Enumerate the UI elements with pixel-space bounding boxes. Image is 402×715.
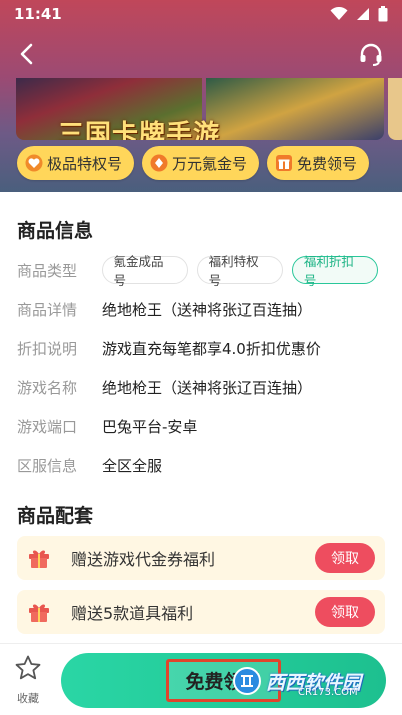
row-discount: 折扣说明 游戏直充每笔都享4.0折扣优惠价 — [17, 337, 387, 359]
row-server: 区服信息 全区全服 — [17, 454, 387, 476]
main-content: 商品信息 商品类型 氪金成品号 福利特权号 福利折扣号 商品详情 绝地枪王（送神… — [0, 192, 402, 644]
row-platform: 游戏端口 巴兔平台-安卓 — [17, 415, 387, 437]
favorite-button[interactable]: 收藏 — [12, 654, 44, 706]
type-chip-discount[interactable]: 福利折扣号 — [291, 254, 378, 288]
banner-game-title: 三国卡牌手游 — [58, 120, 221, 140]
gift-icon — [276, 155, 293, 171]
type-chip-privilege[interactable]: 福利特权号 — [196, 254, 283, 288]
diamond-coin-icon — [150, 154, 168, 172]
platform-value: 巴兔平台-安卓 — [102, 417, 198, 436]
gift-box-icon — [29, 550, 49, 568]
feature-tags: 极品特权号 万元氪金号 免费领号 — [17, 146, 370, 180]
banner-art-right — [206, 78, 384, 140]
product-info-title: 商品信息 — [17, 220, 94, 242]
wifi-icon — [330, 7, 348, 20]
heart-shield-icon — [25, 154, 43, 172]
type-label: 商品类型 — [17, 261, 78, 280]
back-arrow-icon[interactable] — [14, 40, 42, 68]
game-name-value: 绝地枪王（送神将张辽百连抽） — [102, 378, 313, 397]
bonus-item-voucher: 赠送游戏代金券福利 领取 — [17, 536, 385, 580]
battery-icon — [378, 6, 388, 22]
server-value: 全区全服 — [102, 456, 163, 475]
gift-box-icon — [29, 604, 49, 622]
status-bar: 11:41 — [0, 0, 402, 28]
claim-button[interactable]: 领取 — [315, 597, 375, 627]
platform-label: 游戏端口 — [17, 417, 78, 436]
bonus-text: 赠送游戏代金券福利 — [71, 550, 216, 569]
tag-free[interactable]: 免费领号 — [267, 146, 370, 180]
game-banner[interactable]: 三国卡牌手游 — [16, 78, 402, 140]
status-time: 11:41 — [14, 5, 62, 23]
type-chip-krypton[interactable]: 氪金成品号 — [101, 254, 188, 288]
banner-art-edge — [388, 78, 402, 140]
tag-premium[interactable]: 极品特权号 — [17, 146, 135, 180]
discount-value: 游戏直充每笔都享4.0折扣优惠价 — [102, 339, 321, 358]
tag-label: 极品特权号 — [47, 154, 123, 173]
free-claim-button[interactable]: 免费领号 — [61, 653, 386, 708]
status-icons — [330, 6, 388, 22]
bundle-title: 商品配套 — [17, 505, 94, 527]
row-product-type: 商品类型 氪金成品号 福利特权号 福利折扣号 — [17, 254, 387, 288]
free-claim-label: 免费领号 — [166, 659, 281, 702]
bottom-action-bar: 收藏 免费领号 — [0, 643, 402, 715]
signal-icon — [357, 8, 369, 20]
header: 11:41 三国卡牌手游 极品特权号 万元氪金号 免费领号 — [0, 0, 402, 192]
headset-support-icon[interactable] — [358, 42, 384, 68]
detail-label: 商品详情 — [17, 300, 78, 319]
tag-krypton[interactable]: 万元氪金号 — [142, 146, 260, 180]
discount-label: 折扣说明 — [17, 339, 78, 358]
claim-button[interactable]: 领取 — [315, 543, 375, 573]
bonus-text: 赠送5款道具福利 — [71, 604, 194, 623]
bonus-item-props: 赠送5款道具福利 领取 — [17, 590, 385, 634]
detail-value: 绝地枪王（送神将张辽百连抽） — [102, 300, 313, 319]
game-name-label: 游戏名称 — [17, 378, 78, 397]
favorite-label: 收藏 — [17, 692, 39, 705]
tag-label: 免费领号 — [297, 154, 358, 173]
row-game-name: 游戏名称 绝地枪王（送神将张辽百连抽） — [17, 376, 387, 398]
star-icon — [15, 655, 41, 680]
tag-label: 万元氪金号 — [172, 154, 248, 173]
row-detail: 商品详情 绝地枪王（送神将张辽百连抽） — [17, 298, 387, 320]
server-label: 区服信息 — [17, 456, 78, 475]
